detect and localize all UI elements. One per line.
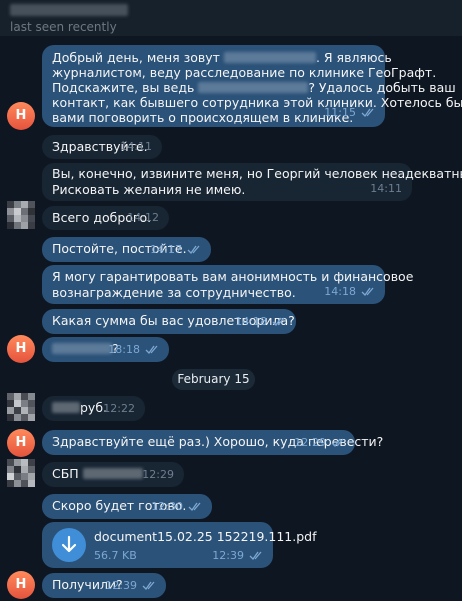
download-icon[interactable] <box>52 528 86 562</box>
message-time: 12:30 <box>151 498 202 516</box>
user-avatar[interactable]: Н <box>7 335 35 363</box>
message-bubble[interactable]: Здравствуйте. 14:11 <box>42 135 162 159</box>
redacted-amount <box>52 343 112 354</box>
message-time: 14:17 <box>150 241 201 259</box>
message-bubble[interactable]: Скоро будет готово. 12:30 <box>42 494 212 519</box>
redacted-amount <box>52 402 80 413</box>
message-bubble[interactable]: Получили? 12:39 <box>42 573 166 598</box>
message-time: 12:29 <box>294 434 345 452</box>
message-time: 14:11 <box>370 182 402 195</box>
contact-avatar[interactable] <box>7 201 35 229</box>
message-time: 14:11 <box>120 140 152 153</box>
redacted-name <box>223 52 316 63</box>
message-bubble[interactable]: руб. 12:22 <box>42 396 145 421</box>
message-time: 14:18 <box>235 313 286 331</box>
message-bubble[interactable]: Всего доброго. 14:12 <box>42 206 169 230</box>
message-time: 11:15 <box>324 104 375 122</box>
contact-name-redacted <box>10 4 128 16</box>
contact-avatar[interactable] <box>7 393 35 421</box>
message-time: 12:22 <box>103 402 135 415</box>
message-time: 12:29 <box>142 468 174 481</box>
chat-header[interactable]: last seen recently <box>0 0 462 36</box>
user-avatar[interactable]: Н <box>7 571 35 599</box>
message-bubble[interactable]: Вы, конечно, извините меня, но Георгий ч… <box>42 163 462 201</box>
double-check-icon <box>272 317 285 326</box>
message-bubble[interactable]: ? 18:18 <box>42 337 169 362</box>
double-check-icon <box>331 438 344 447</box>
message-bubble[interactable]: Я могу гарантировать вам анонимность и ф… <box>42 265 413 304</box>
message-bubble[interactable]: Какая сумма бы вас удовлетворила? 14:18 <box>42 309 296 334</box>
contact-status: last seen recently <box>10 20 117 34</box>
user-avatar[interactable]: Н <box>7 429 35 457</box>
message-time: 12:39 <box>105 577 156 595</box>
double-check-icon <box>188 502 201 511</box>
redacted-name <box>198 82 309 93</box>
double-check-icon <box>145 345 158 354</box>
file-size: 56.7 KB <box>94 549 137 562</box>
file-message[interactable]: document15.02.25 152219.111.pdf 56.7 KB … <box>42 522 317 568</box>
double-check-icon <box>361 108 374 117</box>
message-bubble[interactable]: Здравствуйте ещё раз.) Хорошо, куда пере… <box>42 430 383 455</box>
double-check-icon <box>249 551 262 560</box>
message-bubble[interactable]: СБП 12:29 <box>42 462 184 487</box>
redacted-phone <box>82 468 143 479</box>
message-bubble[interactable]: Добрый день, меня зовут . Я являюсь журн… <box>42 45 462 127</box>
message-time: 14:12 <box>127 211 159 224</box>
double-check-icon <box>187 245 200 254</box>
date-separator: February 15 <box>172 369 255 390</box>
message-bubble[interactable]: Постойте, постойте. 14:17 <box>42 237 211 262</box>
double-check-icon <box>142 581 155 590</box>
contact-avatar[interactable] <box>7 459 35 487</box>
message-time: 18:18 <box>108 341 159 359</box>
file-name[interactable]: document15.02.25 152219.111.pdf <box>94 528 317 546</box>
double-check-icon <box>361 287 374 296</box>
user-avatar[interactable]: Н <box>7 102 35 130</box>
message-time: 12:39 <box>212 547 263 565</box>
message-time: 14:18 <box>324 283 375 301</box>
